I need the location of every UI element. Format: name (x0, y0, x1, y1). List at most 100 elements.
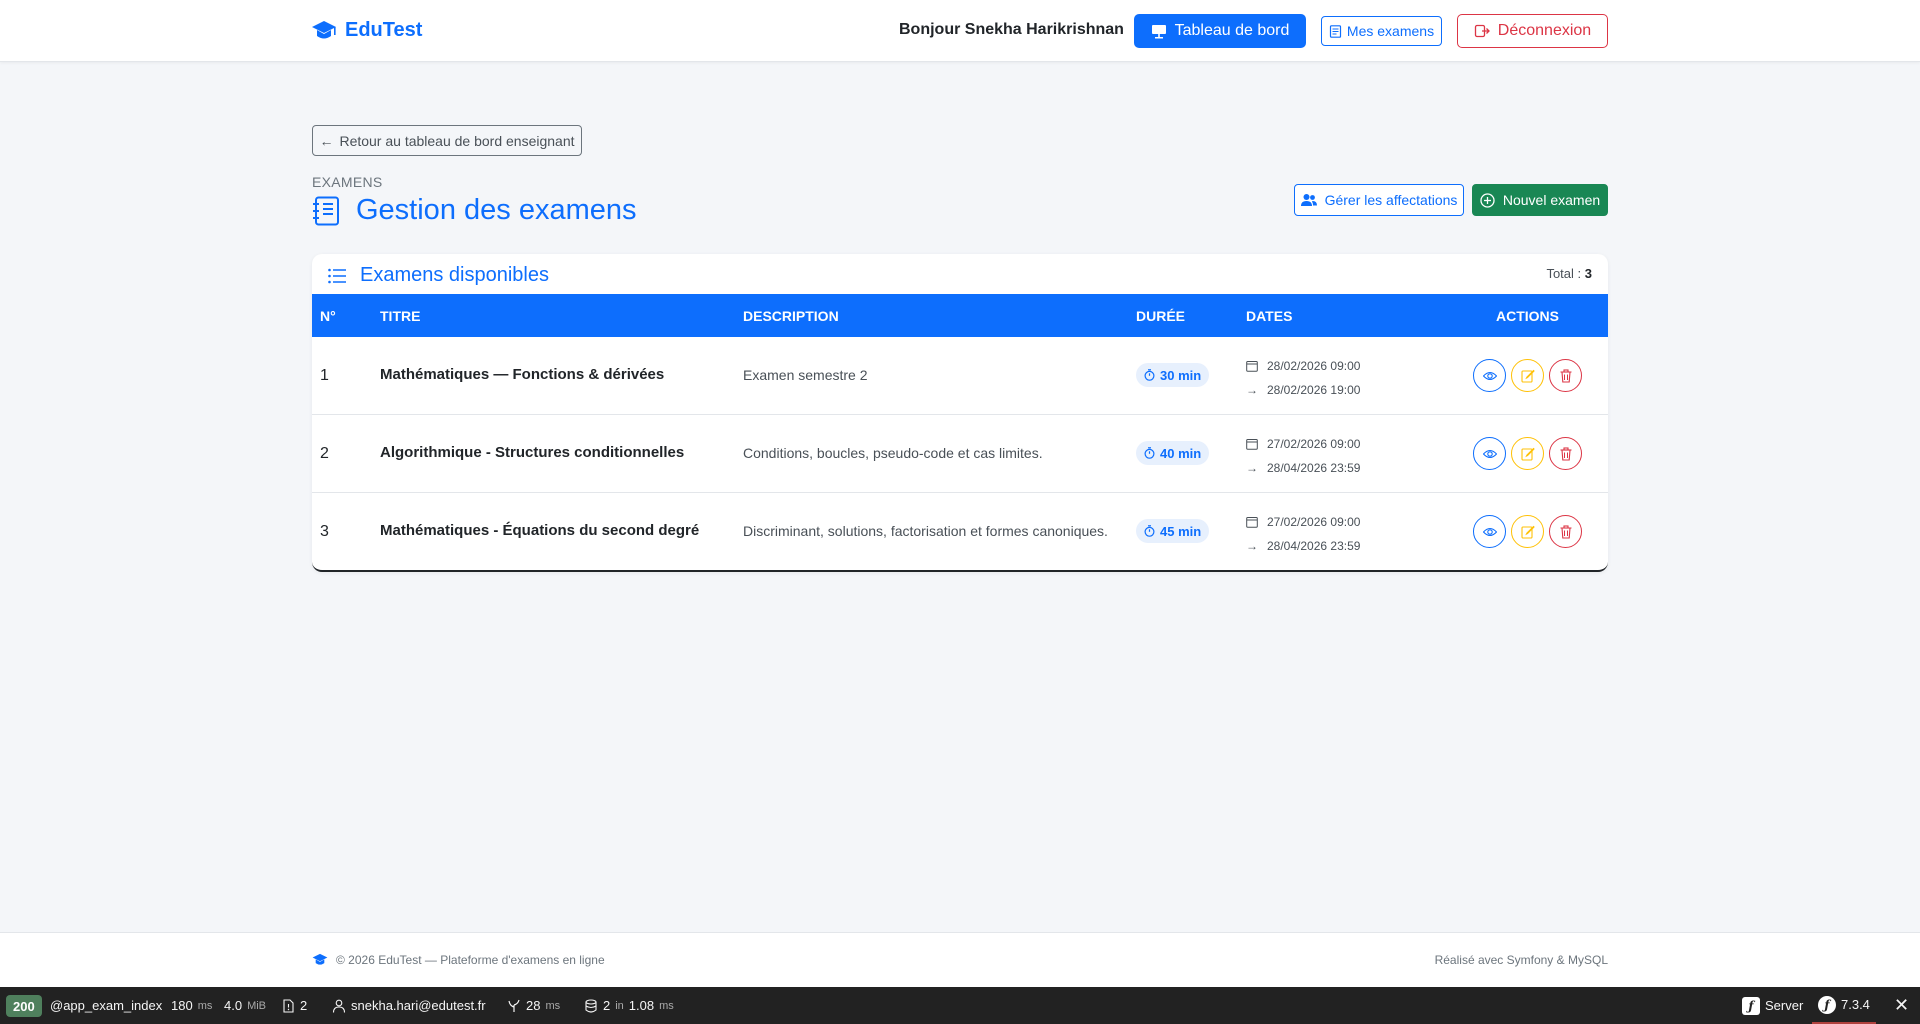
forms-count: 2 (300, 998, 308, 1013)
card-header: Examens disponibles Total : 3 (312, 254, 1608, 294)
brand-logo[interactable]: EduTest (311, 19, 422, 42)
duration-badge: 45 min (1136, 519, 1210, 543)
exam-title: Algorithmique - Structures conditionnell… (380, 444, 685, 461)
page-title-text: Gestion des examens (356, 194, 637, 226)
twig-panel[interactable]: 28 ms (507, 987, 560, 1024)
user-email: snekha.hari@edutest.fr (351, 998, 486, 1013)
memory-unit: MiB (247, 999, 267, 1012)
top-navbar: EduTest Bonjour Snekha Harikrishnan Tabl… (0, 0, 1920, 62)
total-count: Total : 3 (1546, 266, 1592, 281)
symfony-logo-icon: ƒ (1742, 996, 1760, 1015)
new-exam-button[interactable]: Nouvel examen (1472, 184, 1608, 216)
request-time-value: 180 (171, 998, 193, 1013)
page-footer: © 2026 EduTest — Plateforme d'examens en… (0, 932, 1920, 987)
graduation-cap-icon (312, 20, 336, 38)
logout-button[interactable]: Déconnexion (1457, 14, 1608, 48)
view-button[interactable] (1473, 437, 1506, 470)
security-panel[interactable]: snekha.hari@edutest.fr (332, 987, 486, 1024)
start-date: 28/02/2026 09:00 (1267, 359, 1361, 373)
symfony-version: 7.3.4 (1841, 997, 1870, 1012)
symfony-version-panel[interactable]: ƒ 7.3.4 (1812, 987, 1876, 1024)
column-header-number: N° (320, 308, 336, 324)
database-panel[interactable]: 2 in 1.08 ms (584, 987, 674, 1024)
new-exam-label: Nouvel examen (1502, 192, 1601, 208)
server-panel[interactable]: ƒ Server (1742, 987, 1803, 1024)
end-date: 28/02/2026 19:00 (1267, 383, 1361, 397)
database-icon (585, 998, 597, 1013)
dashboard-label: Tableau de bord (1174, 22, 1290, 39)
dashboard-button[interactable]: Tableau de bord (1134, 14, 1306, 48)
edit-button[interactable] (1511, 437, 1544, 470)
file-icon (283, 998, 294, 1013)
view-button[interactable] (1473, 359, 1506, 392)
debug-toolbar: 200 @app_exam_index 180 ms 4.0 MiB 2 snekh… (0, 987, 1920, 1024)
route-name[interactable]: @app_exam_index (50, 987, 162, 1024)
graduation-cap-icon (312, 953, 328, 965)
view-button[interactable] (1473, 515, 1506, 548)
my-exams-label: Mes examens (1346, 23, 1435, 39)
footer-copyright: © 2026 EduTest — Plateforme d'examens en… (312, 953, 605, 967)
table-row: 3 Mathématiques - Équations du second de… (312, 493, 1608, 570)
page-title: Gestion des examens (312, 194, 636, 227)
request-time[interactable]: 180 ms (171, 987, 212, 1024)
db-time-unit: ms (659, 999, 674, 1012)
request-time-unit: ms (197, 999, 213, 1012)
close-toolbar-icon[interactable]: ✕ (1894, 987, 1909, 1024)
my-exams-button[interactable]: Mes examens (1321, 16, 1442, 46)
memory-usage[interactable]: 4.0 MiB (224, 987, 266, 1024)
manage-assignments-label: Gérer les affectations (1324, 192, 1458, 208)
plus-circle-icon (1480, 192, 1495, 208)
page-eyebrow: EXAMENS (312, 174, 383, 190)
column-header-description: DESCRIPTION (743, 308, 839, 324)
card-title: Examens disponibles (328, 264, 549, 287)
server-label: Server (1765, 998, 1804, 1013)
symfony-logo-icon: ƒ (1818, 995, 1836, 1014)
status-code-badge[interactable]: 200 (6, 995, 42, 1017)
db-in-label: in (615, 999, 624, 1012)
db-query-count: 2 (603, 998, 611, 1013)
exam-dates: 27/02/2026 09:00 → 28/04/2026 23:59 (1246, 510, 1360, 558)
duration-value: 45 min (1160, 523, 1202, 539)
arrow-right-icon: → (1246, 461, 1258, 475)
row-actions (1473, 437, 1582, 470)
exams-card: Examens disponibles Total : 3 N° TITRE D… (312, 254, 1608, 572)
edit-button[interactable] (1511, 515, 1544, 548)
stopwatch-icon (1144, 525, 1155, 537)
column-header-actions: ACTIONS (1496, 308, 1559, 324)
eye-icon (1482, 371, 1497, 380)
stopwatch-icon (1144, 369, 1155, 381)
document-icon (1329, 24, 1342, 38)
table-header: N° TITRE DESCRIPTION DURÉE DATES ACTIONS (312, 294, 1608, 337)
eye-icon (1482, 449, 1497, 458)
delete-button[interactable] (1549, 515, 1582, 548)
duration-value: 30 min (1160, 367, 1202, 383)
column-header-title: TITRE (380, 308, 421, 324)
list-icon (328, 268, 346, 283)
row-actions (1473, 515, 1582, 548)
total-label: Total : (1546, 266, 1582, 281)
delete-button[interactable] (1549, 437, 1582, 470)
delete-button[interactable] (1549, 359, 1582, 392)
arrow-left-icon: ← (319, 132, 334, 149)
edit-icon (1520, 525, 1535, 539)
edit-button[interactable] (1511, 359, 1544, 392)
twig-time-unit: ms (545, 999, 561, 1012)
calendar-icon (1246, 517, 1258, 528)
arrow-right-icon: → (1246, 383, 1258, 397)
trash-icon (1560, 524, 1571, 539)
eye-icon (1482, 527, 1497, 536)
edit-icon (1520, 369, 1535, 383)
twig-time-value: 28 (526, 998, 541, 1013)
end-date: 28/04/2026 23:59 (1267, 461, 1361, 475)
column-header-dates: DATES (1246, 308, 1293, 324)
stopwatch-icon (1144, 447, 1155, 459)
forms-panel[interactable]: 2 (281, 987, 307, 1024)
back-to-dashboard-button[interactable]: ← Retour au tableau de bord enseignant (312, 125, 582, 156)
manage-assignments-button[interactable]: Gérer les affectations (1294, 184, 1464, 216)
calendar-icon (1246, 361, 1258, 372)
exam-title: Mathématiques — Fonctions & dérivées (380, 366, 665, 383)
column-header-duration: DURÉE (1136, 308, 1186, 324)
back-label: Retour au tableau de bord enseignant (339, 132, 575, 149)
row-actions (1473, 359, 1582, 392)
db-time-value: 1.08 (628, 998, 655, 1013)
